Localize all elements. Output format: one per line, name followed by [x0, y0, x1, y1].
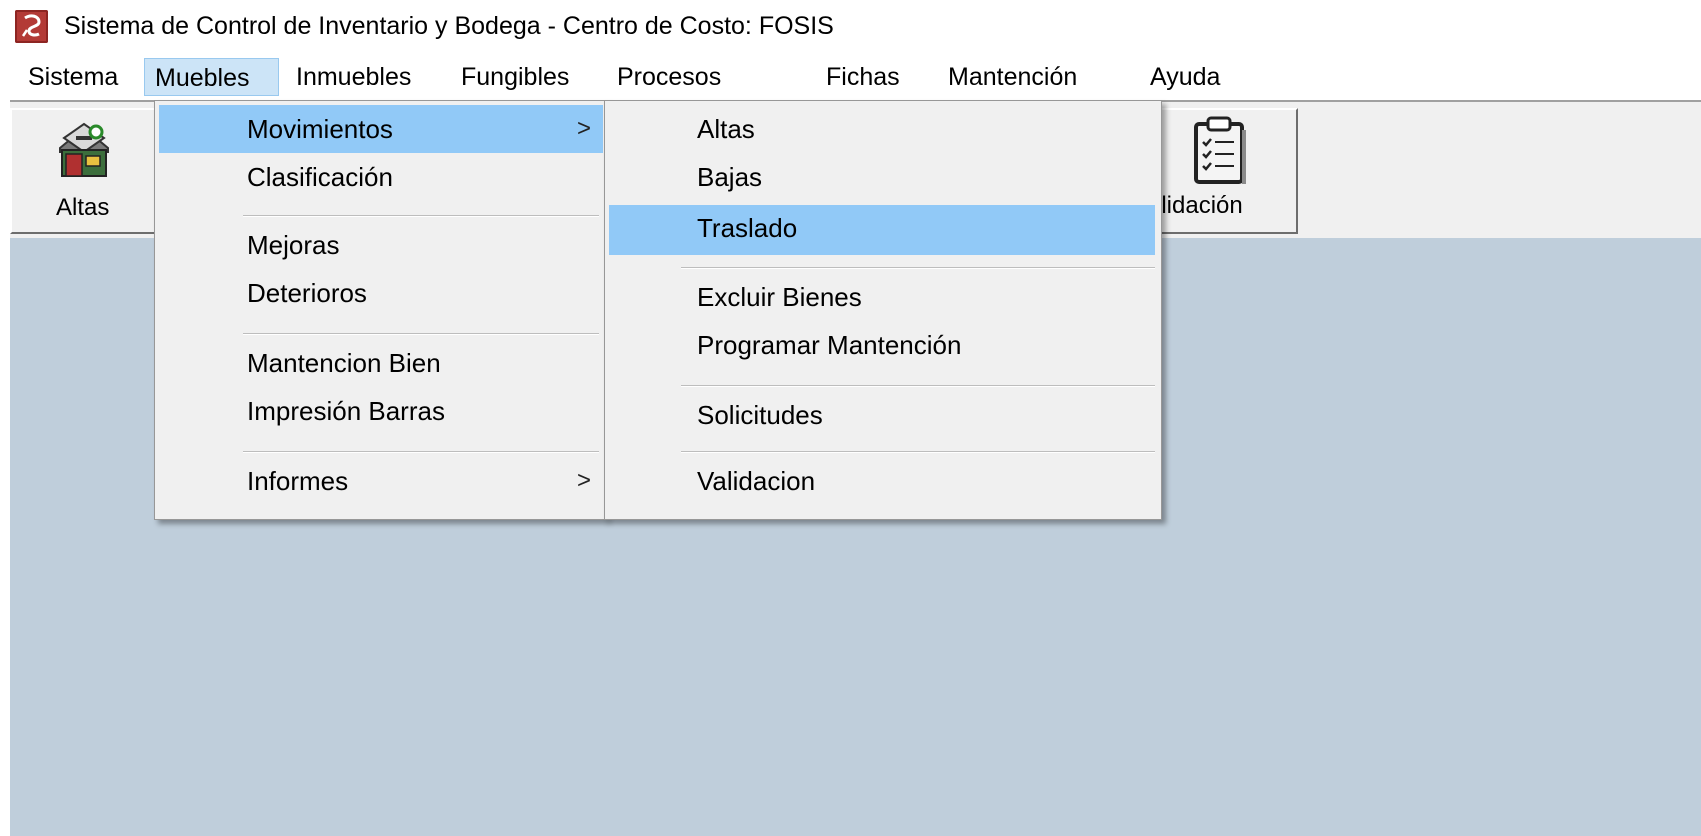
menu-item-label: Mantencion Bien — [247, 348, 441, 378]
house-icon — [52, 118, 116, 182]
menu-separator — [681, 267, 1155, 269]
submenu-item-altas[interactable]: Altas — [609, 105, 1159, 153]
menu-fungibles[interactable]: Fungibles — [451, 58, 579, 96]
menu-item-label: Deterioros — [247, 278, 367, 308]
menu-item-mejoras[interactable]: Mejoras — [159, 221, 603, 269]
app-logo-icon — [15, 10, 48, 43]
window-title: Sistema de Control de Inventario y Bodeg… — [64, 12, 834, 40]
menu-item-label: Traslado — [697, 213, 798, 243]
menu-item-label: Excluir Bienes — [697, 282, 862, 312]
menu-item-label: Impresión Barras — [247, 396, 445, 426]
menu-separator — [681, 451, 1155, 453]
submenu-item-excluir-bienes[interactable]: Excluir Bienes — [609, 273, 1159, 321]
menu-mantencion[interactable]: Mantención — [938, 58, 1087, 96]
menu-item-label: Movimientos — [247, 114, 393, 144]
muebles-menu: Movimientos > Clasificación Mejoras Dete… — [154, 100, 606, 520]
menu-item-label: Validacion — [697, 466, 816, 496]
submenu-item-bajas[interactable]: Bajas — [609, 153, 1159, 201]
menu-inmuebles[interactable]: Inmuebles — [286, 58, 421, 96]
menu-item-label: Informes — [247, 466, 349, 496]
validacion-toolbar-label: alidación — [1148, 192, 1243, 219]
submenu-item-programar-mantencion[interactable]: Programar Mantención — [609, 321, 1159, 369]
menu-muebles[interactable]: Muebles — [144, 58, 279, 96]
menu-separator — [243, 215, 599, 217]
menu-ayuda[interactable]: Ayuda — [1140, 58, 1230, 96]
menu-item-label: Solicitudes — [697, 400, 823, 430]
menu-separator — [681, 385, 1155, 387]
menu-item-label: Mejoras — [247, 230, 340, 260]
title-bar: Sistema de Control de Inventario y Bodeg… — [0, 0, 1701, 54]
clipboard-checklist-icon — [1188, 116, 1252, 186]
menu-item-label: Altas — [697, 114, 755, 144]
menu-item-impresion-barras[interactable]: Impresión Barras — [159, 387, 603, 435]
validacion-toolbar-button[interactable]: alidación — [1144, 108, 1298, 234]
menu-item-label: Programar Mantención — [697, 330, 962, 360]
movimientos-submenu: Altas Bajas Traslado Excluir Bienes Prog… — [604, 100, 1162, 520]
menu-separator — [243, 451, 599, 453]
app-window: Sistema de Control de Inventario y Bodeg… — [0, 0, 1701, 836]
menu-item-clasificacion[interactable]: Clasificación — [159, 153, 603, 201]
menu-separator — [243, 333, 599, 335]
menu-procesos[interactable]: Procesos — [607, 58, 731, 96]
menu-item-deterioros[interactable]: Deterioros — [159, 269, 603, 317]
menu-bar: Sistema Muebles Inmuebles Fungibles Proc… — [0, 56, 1701, 100]
altas-toolbar-label: Altas — [56, 194, 110, 221]
submenu-item-validacion[interactable]: Validacion — [609, 457, 1159, 505]
menu-item-label: Clasificación — [247, 162, 393, 192]
menu-item-mantencion-bien[interactable]: Mantencion Bien — [159, 339, 603, 387]
submenu-arrow-icon: > — [577, 115, 592, 142]
menu-item-movimientos[interactable]: Movimientos > — [159, 105, 603, 153]
altas-toolbar-button[interactable]: Altas — [10, 108, 160, 234]
menu-item-label: Bajas — [697, 162, 763, 192]
submenu-arrow-icon: > — [577, 467, 592, 494]
menu-fichas[interactable]: Fichas — [816, 58, 910, 96]
menu-sistema[interactable]: Sistema — [18, 58, 128, 96]
menu-item-informes[interactable]: Informes > — [159, 457, 603, 505]
submenu-item-solicitudes[interactable]: Solicitudes — [609, 391, 1159, 439]
submenu-item-traslado[interactable]: Traslado — [609, 205, 1155, 255]
